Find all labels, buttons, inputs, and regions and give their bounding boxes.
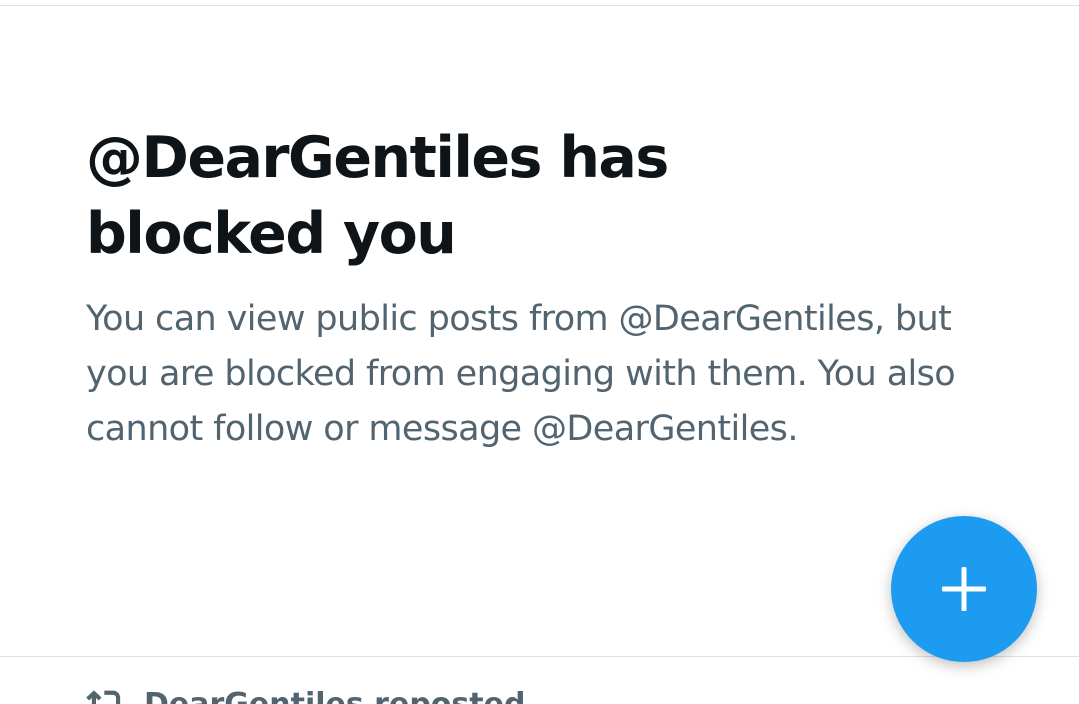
compose-post-button[interactable] bbox=[891, 516, 1037, 662]
top-divider bbox=[0, 5, 1079, 6]
section-divider bbox=[0, 656, 1079, 657]
blocked-notice: @DearGentiles has blocked you You can vi… bbox=[86, 120, 1046, 457]
repost-label: DearGentiles reposted bbox=[144, 686, 526, 704]
blocked-title: @DearGentiles has blocked you bbox=[86, 125, 669, 267]
repost-icon bbox=[86, 684, 126, 704]
profile-screen: @DearGentiles has blocked you You can vi… bbox=[0, 0, 1079, 704]
repost-row[interactable]: DearGentiles reposted bbox=[86, 684, 525, 704]
blocked-description: You can view public posts from @DearGent… bbox=[86, 299, 956, 449]
plus-icon bbox=[942, 567, 986, 611]
